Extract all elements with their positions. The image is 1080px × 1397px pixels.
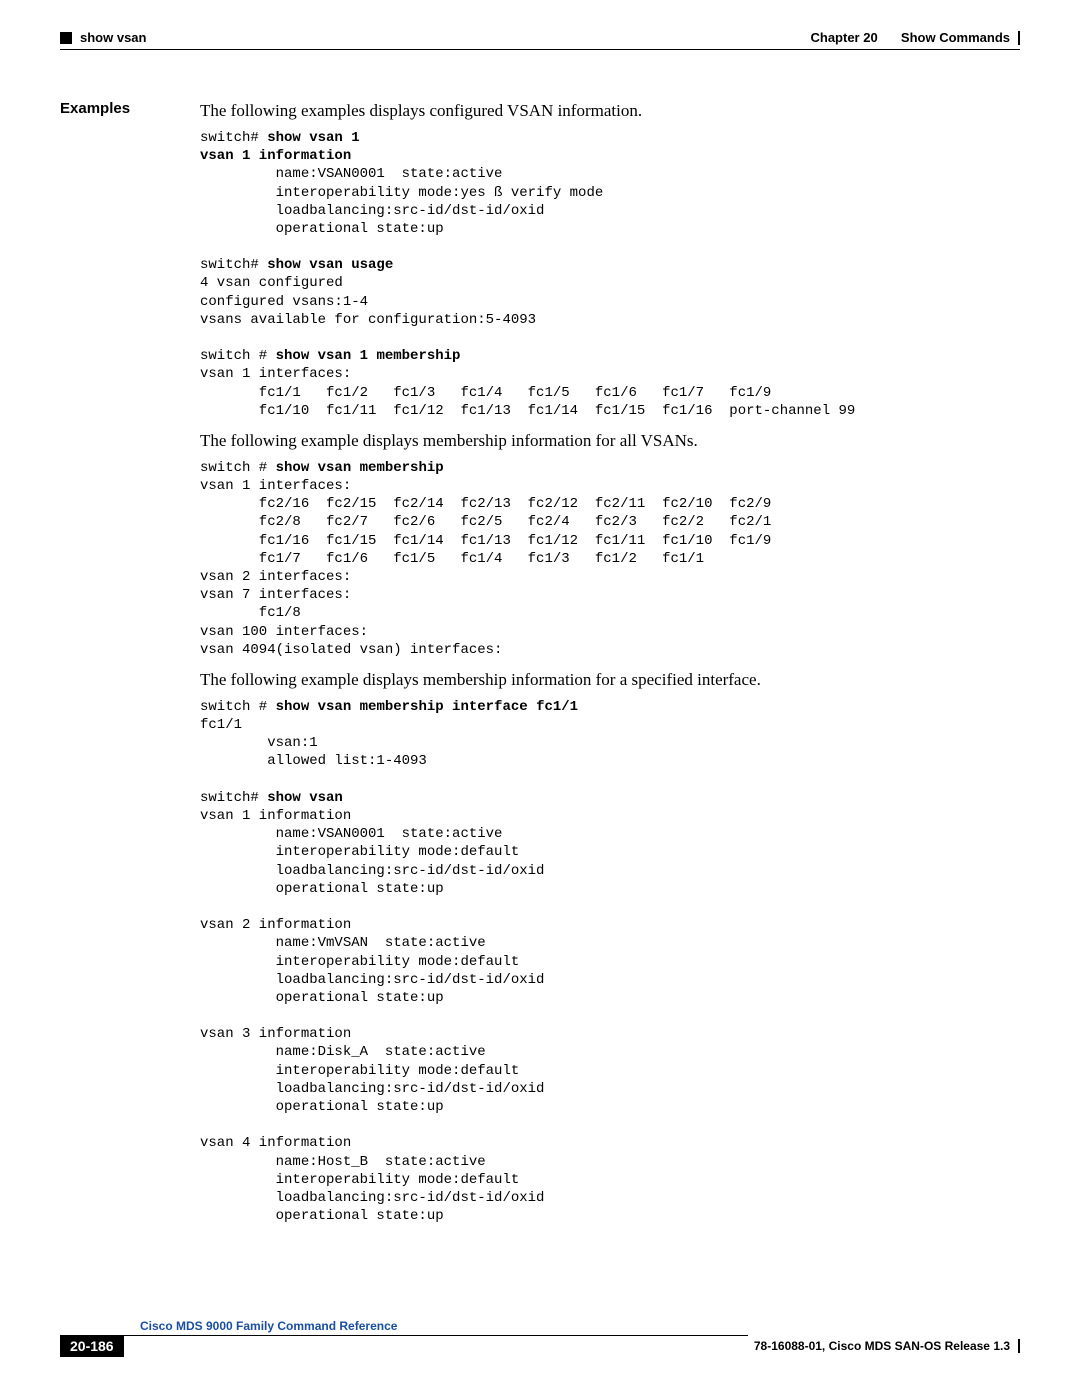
section-label: Examples: [60, 100, 130, 117]
code-block-2: switch # show vsan membership vsan 1 int…: [200, 459, 1020, 659]
page-footer: Cisco MDS 9000 Family Command Reference …: [60, 1319, 1020, 1357]
intro-text-3: The following example displays membershi…: [200, 669, 1020, 692]
intro-text-2: The following example displays membershi…: [200, 430, 1020, 453]
footer-reference-title: Cisco MDS 9000 Family Command Reference: [140, 1319, 1020, 1333]
header-left-text: show vsan: [80, 30, 146, 45]
footer-rule: [124, 1335, 748, 1336]
header-chapter-title: Show Commands: [901, 30, 1010, 45]
code-block-3: switch # show vsan membership interface …: [200, 698, 1020, 1225]
page-number-badge: 20-186: [60, 1335, 124, 1357]
header-bar-icon: [1018, 31, 1020, 45]
header-chapter: Chapter 20: [810, 30, 877, 45]
code-block-1: switch# show vsan 1 vsan 1 information n…: [200, 129, 1020, 420]
header-rule: [60, 49, 1020, 50]
page-header: show vsan Chapter 20 Show Commands: [60, 30, 1020, 45]
header-marker-icon: [60, 32, 72, 44]
footer-bar-icon: [1018, 1339, 1020, 1353]
intro-text-1: The following examples displays configur…: [200, 100, 1020, 123]
footer-release: 78-16088-01, Cisco MDS SAN-OS Release 1.…: [754, 1339, 1010, 1353]
